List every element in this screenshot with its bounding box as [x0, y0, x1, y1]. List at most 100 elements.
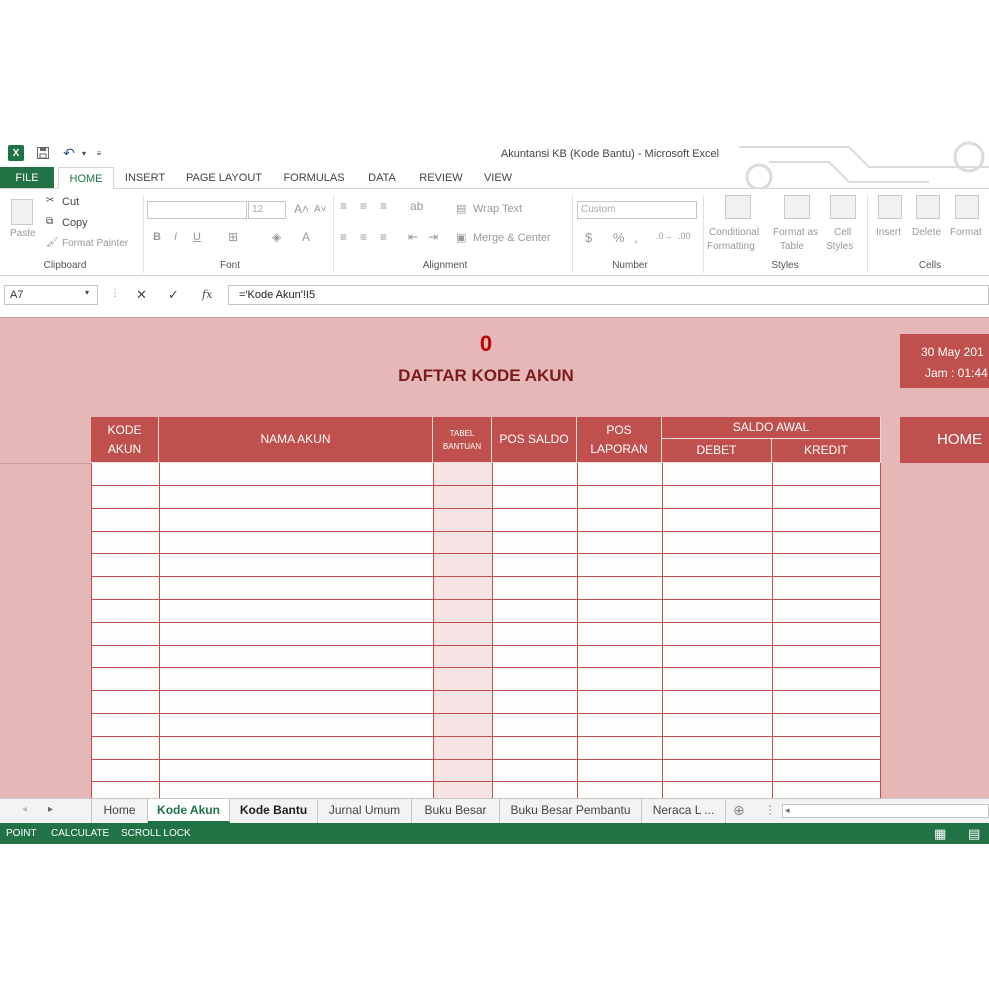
page-layout-view-icon[interactable]: ▤: [968, 826, 980, 842]
align-middle-icon[interactable]: ≡: [360, 199, 367, 213]
font-color-icon[interactable]: A: [302, 230, 310, 244]
date-time-box: 30 May 201 Jam : 01:44: [900, 334, 989, 388]
insert-cells-button[interactable]: Insert: [876, 227, 901, 238]
header-nama-akun: NAMA AKUN: [159, 417, 433, 463]
sheet-tab-neraca[interactable]: Neraca L ...: [642, 799, 726, 823]
table-row: [91, 576, 881, 577]
sheet-tab-home[interactable]: Home: [91, 799, 148, 823]
align-center-icon[interactable]: ≡: [360, 230, 367, 244]
paste-button[interactable]: Paste: [10, 228, 36, 239]
italic-button[interactable]: I: [174, 231, 177, 243]
decrease-font-icon[interactable]: A˅: [314, 204, 327, 215]
format-as-table-label-2[interactable]: Table: [780, 241, 804, 252]
comma-style-icon[interactable]: ,: [634, 230, 638, 245]
delete-cells-button[interactable]: Delete: [912, 227, 941, 238]
format-as-table-icon[interactable]: [784, 195, 810, 219]
increase-decimal-icon[interactable]: .0→: [656, 231, 673, 241]
time-text: Jam : 01:44: [925, 366, 988, 380]
align-left-icon[interactable]: ≡: [340, 230, 347, 244]
tab-page-layout[interactable]: PAGE LAYOUT: [180, 167, 268, 189]
align-bottom-icon[interactable]: ≡: [380, 199, 387, 213]
percent-button[interactable]: %: [613, 230, 625, 245]
decrease-decimal-icon[interactable]: .00: [678, 231, 691, 241]
tab-view[interactable]: VIEW: [476, 167, 520, 189]
cell-styles-icon[interactable]: [830, 195, 856, 219]
cell-styles-label-2[interactable]: Styles: [826, 241, 853, 252]
align-top-icon[interactable]: ≡: [340, 199, 347, 213]
bold-button[interactable]: B: [153, 231, 161, 243]
copy-button[interactable]: Copy: [62, 217, 88, 229]
undo-icon[interactable]: ↶: [60, 145, 78, 161]
chevron-down-icon[interactable]: ▾: [80, 145, 88, 161]
format-cells-icon[interactable]: [955, 195, 979, 219]
conditional-formatting-icon[interactable]: [725, 195, 751, 219]
format-painter-button[interactable]: Format Painter: [62, 238, 128, 249]
delete-cells-icon[interactable]: [916, 195, 940, 219]
copy-icon[interactable]: ⧉: [46, 216, 53, 227]
tab-review[interactable]: REVIEW: [414, 167, 468, 189]
add-sheet-icon[interactable]: ⊕: [733, 802, 745, 819]
insert-function-button[interactable]: fx: [202, 288, 212, 301]
cut-icon[interactable]: ✂: [46, 195, 54, 206]
cell-styles-label-1[interactable]: Cell: [834, 227, 851, 238]
enter-icon[interactable]: ✓: [168, 287, 179, 303]
font-size-select[interactable]: 12: [248, 201, 286, 219]
chevron-down-icon[interactable]: ▾: [85, 288, 89, 297]
increase-indent-icon[interactable]: ⇥: [428, 230, 438, 244]
conditional-formatting-label-1[interactable]: Conditional: [709, 227, 759, 238]
header-debet: DEBET: [662, 439, 772, 463]
cancel-icon[interactable]: ✕: [136, 287, 147, 303]
tab-splitter-icon[interactable]: ⋮: [764, 803, 776, 817]
normal-view-icon[interactable]: ▦: [934, 826, 946, 842]
currency-button[interactable]: $: [585, 230, 592, 245]
sheet-tab-kode-akun[interactable]: Kode Akun: [148, 799, 230, 823]
name-box[interactable]: A7: [4, 285, 98, 305]
wrap-text-icon[interactable]: ▤: [456, 202, 466, 215]
merge-center-button[interactable]: Merge & Center: [473, 232, 551, 244]
group-label-styles: Styles: [771, 260, 799, 271]
number-format-select[interactable]: Custom: [577, 201, 697, 219]
cut-button[interactable]: Cut: [62, 196, 79, 208]
format-painter-icon[interactable]: 🖌: [46, 237, 59, 248]
formula-input[interactable]: ='Kode Akun'!I5: [228, 285, 989, 305]
header-tabel-bantuan: TABEL BANTUAN: [433, 417, 492, 463]
increase-font-icon[interactable]: A˄: [294, 202, 309, 216]
wrap-text-button[interactable]: Wrap Text: [473, 203, 522, 215]
sheet-tab-buku-besar[interactable]: Buku Besar: [412, 799, 500, 823]
scroll-left-arrow-icon[interactable]: ◂: [785, 805, 790, 816]
tab-formulas[interactable]: FORMULAS: [278, 167, 350, 189]
scroll-right-icon[interactable]: ▸: [48, 804, 53, 815]
row-gridline: [0, 463, 91, 464]
tab-home[interactable]: HOME: [58, 167, 114, 189]
orientation-icon[interactable]: ab: [410, 199, 423, 213]
font-name-select[interactable]: [147, 201, 247, 219]
table-column-line: [433, 463, 434, 798]
decrease-indent-icon[interactable]: ⇤: [408, 230, 418, 244]
group-label-clipboard: Clipboard: [43, 260, 87, 271]
customize-qat-icon[interactable]: ≡: [95, 145, 103, 161]
format-cells-button[interactable]: Format: [950, 227, 982, 238]
tab-file[interactable]: FILE: [0, 167, 54, 189]
home-button[interactable]: HOME: [900, 417, 989, 463]
fill-color-icon[interactable]: ◈: [272, 230, 281, 244]
sheet-tab-jurnal-umum[interactable]: Jurnal Umum: [318, 799, 412, 823]
sheet-tab-kode-bantu[interactable]: Kode Bantu: [230, 799, 318, 823]
tab-data[interactable]: DATA: [360, 167, 404, 189]
merge-center-icon[interactable]: ▣: [456, 231, 466, 244]
format-as-table-label-1[interactable]: Format as: [773, 227, 818, 238]
borders-icon[interactable]: ⊞: [228, 230, 238, 244]
paste-icon[interactable]: [11, 199, 33, 225]
worksheet[interactable]: 0 DAFTAR KODE AKUN 30 May 201 Jam : 01:4…: [0, 317, 989, 798]
underline-button[interactable]: U: [193, 231, 201, 243]
table-column-line: [159, 463, 160, 798]
tab-insert[interactable]: INSERT: [118, 167, 172, 189]
conditional-formatting-label-2[interactable]: Formatting: [707, 241, 755, 252]
scroll-left-icon[interactable]: ◂: [22, 804, 27, 815]
save-icon[interactable]: [36, 145, 50, 161]
sheet-tab-buku-besar-pembantu[interactable]: Buku Besar Pembantu: [500, 799, 642, 823]
data-table-body[interactable]: [91, 463, 881, 798]
horizontal-scrollbar[interactable]: ◂: [782, 804, 989, 818]
insert-cells-icon[interactable]: [878, 195, 902, 219]
align-right-icon[interactable]: ≡: [380, 230, 387, 244]
status-calculate[interactable]: CALCULATE: [51, 828, 109, 839]
